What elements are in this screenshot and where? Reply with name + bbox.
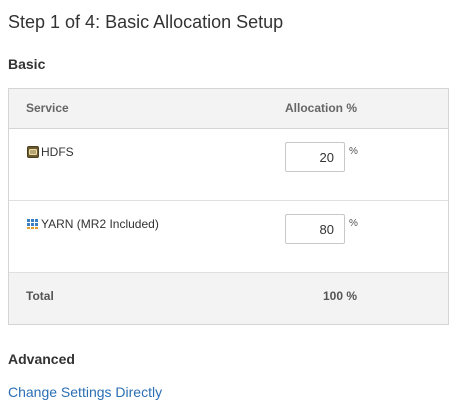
- service-cell-yarn: YARN (MR2 Included): [27, 217, 159, 231]
- table-row-yarn: YARN (MR2 Included) %: [9, 201, 448, 273]
- service-column-header: Service: [26, 101, 69, 115]
- yarn-percent-sign: %: [349, 218, 358, 229]
- yarn-allocation-input[interactable]: [285, 214, 345, 244]
- page-title: Step 1 of 4: Basic Allocation Setup: [8, 12, 284, 32]
- allocation-column-header: Allocation %: [284, 101, 357, 115]
- service-name-yarn: YARN (MR2 Included): [41, 217, 159, 231]
- advanced-section-heading: Advanced: [8, 351, 75, 367]
- service-name-hdfs: HDFS: [41, 145, 74, 159]
- yarn-icon: [27, 218, 39, 230]
- total-value: 100 %: [322, 289, 357, 303]
- service-cell-hdfs: HDFS: [27, 145, 74, 159]
- table-header-row: Service Allocation %: [9, 89, 448, 129]
- hdfs-icon: [27, 146, 39, 158]
- total-label: Total: [26, 289, 54, 303]
- hdfs-percent-sign: %: [349, 146, 358, 157]
- table-row-hdfs: HDFS %: [9, 129, 448, 201]
- allocation-table: Service Allocation % HDFS %: [8, 88, 449, 325]
- hdfs-allocation-input[interactable]: [285, 142, 345, 172]
- change-settings-link[interactable]: Change Settings Directly: [8, 384, 162, 400]
- basic-section-heading: Basic: [8, 56, 46, 72]
- table-total-row: Total 100 %: [9, 273, 448, 324]
